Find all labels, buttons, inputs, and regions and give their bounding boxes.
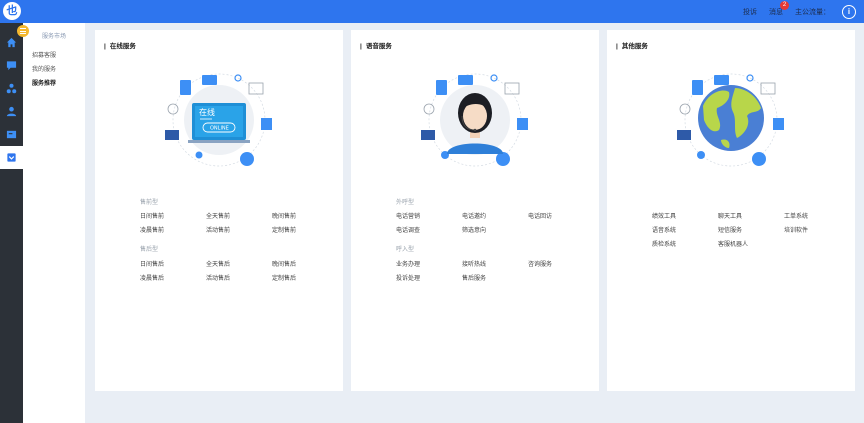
service-item[interactable]: 定制售前 [272, 225, 296, 234]
nav-org[interactable] [0, 77, 23, 100]
card-icon [6, 130, 17, 139]
icon-nav-bar [0, 23, 23, 423]
screen-online-button: ONLINE [210, 126, 229, 132]
nav-service[interactable] [0, 146, 23, 169]
service-item[interactable]: 绩效工具 [652, 211, 676, 220]
service-item[interactable]: 售后服务 [462, 273, 486, 282]
home-icon [6, 37, 17, 48]
chat-icon [6, 61, 17, 71]
nav-chat[interactable] [0, 54, 23, 77]
traffic-link[interactable]: 主公流量： [795, 7, 830, 17]
user-icon [6, 106, 17, 117]
globe-illustration [677, 73, 784, 167]
service-item[interactable]: 凌晨售前 [140, 225, 164, 234]
service-item[interactable]: 客服机器人 [718, 239, 748, 248]
user-info-icon[interactable]: i [842, 4, 856, 19]
card-title: 语音服务 [360, 40, 392, 50]
voice-service-card: 语音服务 外呼型 电话营销 电话邀约 电话回访 电话调查 筛选意向 呼入型 业务… [351, 30, 599, 391]
service-item[interactable]: 凌晨售后 [140, 273, 164, 282]
service-item[interactable]: 语音系统 [652, 225, 676, 234]
complaint-link[interactable]: 投诉 [743, 7, 757, 17]
service-item[interactable]: 筛选意向 [462, 225, 486, 234]
voice-service-illustration [421, 73, 528, 167]
sidebar-item-my-service[interactable]: 我的服务 [32, 64, 56, 73]
screen-label: 在线 [199, 107, 215, 117]
top-bar: 也 投诉 消息 2 主公流量： i [0, 0, 864, 23]
service-item[interactable]: 全天售后 [206, 259, 230, 268]
online-service-card: 在线服务 在线 ONLINE 售前型 日间售前 全天售前 晚间售前 凌晨售前 活… [95, 30, 343, 391]
service-item[interactable]: 工单系统 [784, 211, 808, 220]
card-title: 在线服务 [104, 40, 136, 50]
outbound-label: 外呼型 [396, 200, 415, 206]
service-item[interactable]: 电话邀约 [462, 211, 486, 220]
service-item[interactable]: 日间售前 [140, 211, 164, 220]
service-item[interactable]: 电话回访 [528, 211, 552, 220]
top-right-actions: 投诉 消息 2 主公流量： i [743, 0, 856, 23]
inbound-label: 呼入型 [396, 247, 415, 253]
service-item[interactable]: 短信服务 [718, 225, 742, 234]
org-icon [6, 83, 17, 94]
card-title: 其他服务 [616, 40, 648, 50]
aftersale-label: 售后型 [140, 247, 159, 253]
service-item[interactable]: 电话营销 [396, 211, 420, 220]
nav-card[interactable] [0, 123, 23, 146]
service-item[interactable]: 活动售后 [206, 273, 230, 282]
menu-toggle-icon[interactable] [17, 25, 29, 37]
service-item[interactable]: 日间售后 [140, 259, 164, 268]
sidebar-item-recommend[interactable]: 服务推荐 [32, 78, 56, 87]
sidebar-title: 服务市场 [42, 34, 67, 40]
service-item[interactable]: 培训软件 [784, 225, 808, 234]
service-item[interactable]: 活动售前 [206, 225, 230, 234]
message-count-badge: 2 [780, 0, 789, 10]
service-item[interactable]: 晚间售前 [272, 211, 296, 220]
service-item[interactable]: 业务办理 [396, 259, 420, 268]
service-item[interactable]: 咨询服务 [528, 259, 552, 268]
service-item[interactable]: 定制售后 [272, 273, 296, 282]
service-item[interactable]: 投诉处理 [396, 273, 420, 282]
service-item[interactable]: 质检系统 [652, 239, 676, 248]
service-icon [7, 153, 16, 162]
service-item[interactable]: 接听热线 [462, 259, 486, 268]
online-service-illustration: 在线 ONLINE [165, 73, 272, 167]
service-item[interactable]: 全天售前 [206, 211, 230, 220]
service-item[interactable]: 电话调查 [396, 225, 420, 234]
service-item[interactable]: 聊天工具 [718, 211, 742, 220]
nav-user[interactable] [0, 100, 23, 123]
other-services-card: 其他服务 绩效工具 聊天工具 工单系统 语音系统 短信服务 培训软件 质检系统 … [607, 30, 855, 391]
secondary-sidebar: 服务市场 招募客服 我的服务 服务推荐 [17, 23, 85, 423]
app-logo: 也 [3, 2, 21, 20]
messages-link[interactable]: 消息 2 [769, 0, 789, 17]
service-item[interactable]: 晚间售后 [272, 259, 296, 268]
messages-label: 消息 [769, 8, 783, 16]
presale-label: 售前型 [140, 200, 159, 206]
sidebar-item-recruit[interactable]: 招募客服 [32, 50, 56, 59]
